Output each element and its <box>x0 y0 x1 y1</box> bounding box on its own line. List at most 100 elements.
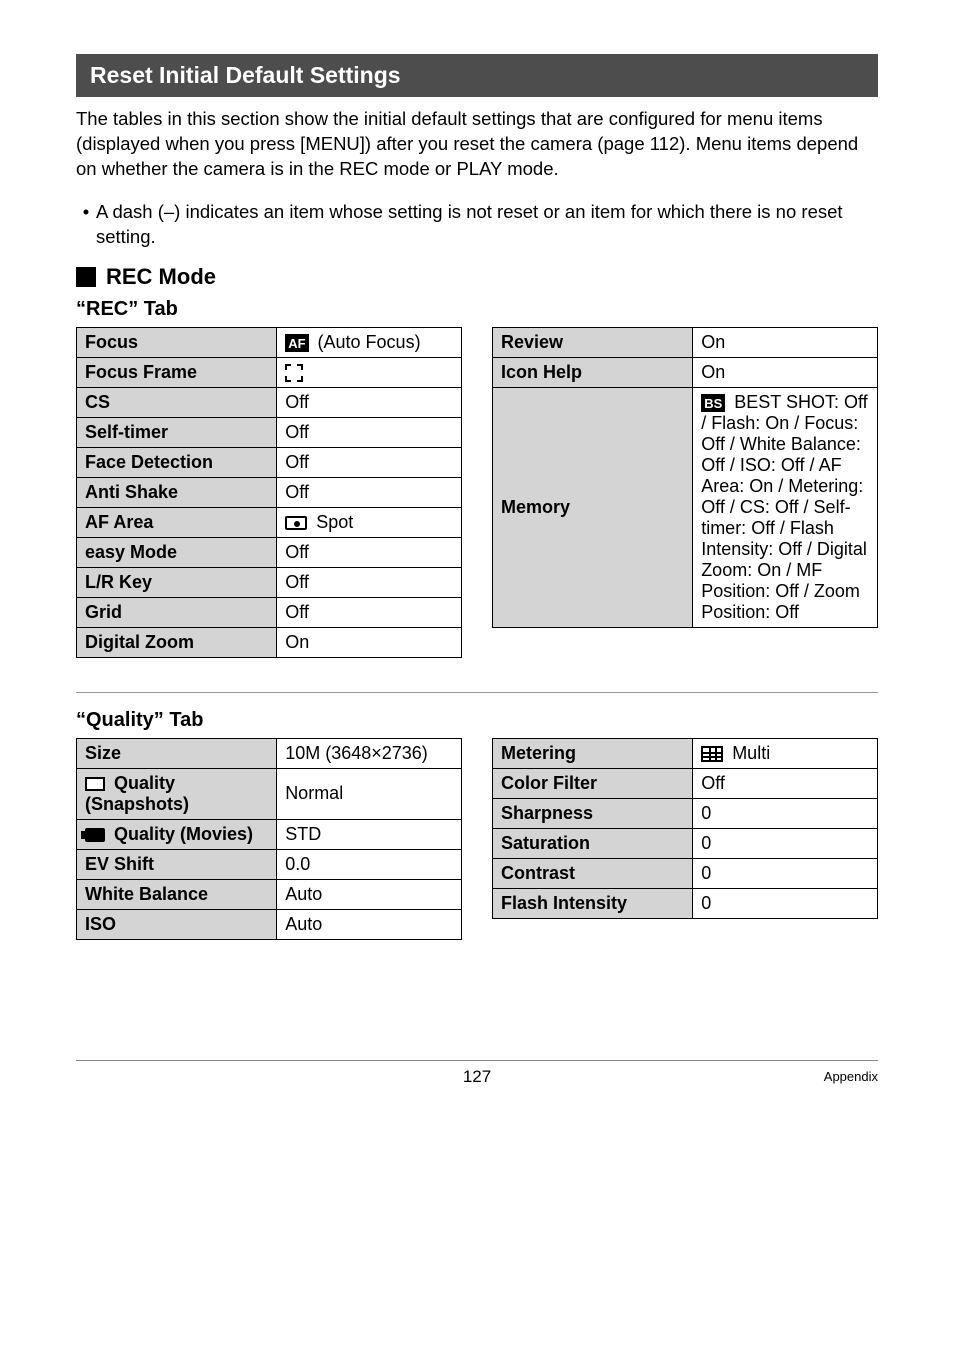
setting-value: 0 <box>693 858 878 888</box>
section-banner: Reset Initial Default Settings <box>76 54 878 97</box>
table-row: Metering Multi <box>493 738 878 768</box>
bullet-dot: • <box>76 200 96 250</box>
setting-name: Memory <box>493 387 693 627</box>
quality-table-left: Size10M (3648×2736) Quality (Snapshots)N… <box>76 738 462 940</box>
setting-value: On <box>693 327 878 357</box>
setting-value: Auto <box>277 879 462 909</box>
setting-name: Face Detection <box>77 447 277 477</box>
setting-name: L/R Key <box>77 567 277 597</box>
setting-value: 0 <box>693 888 878 918</box>
bullet-note: • A dash (–) indicates an item whose set… <box>76 200 878 250</box>
setting-value: Off <box>693 768 878 798</box>
focus-frame-icon <box>285 364 303 382</box>
movie-icon <box>85 828 105 842</box>
table-row: Sharpness0 <box>493 798 878 828</box>
setting-name: Color Filter <box>493 768 693 798</box>
page-number: 127 <box>76 1067 878 1087</box>
setting-name: Icon Help <box>493 357 693 387</box>
setting-value: Off <box>277 387 462 417</box>
table-row: EV Shift0.0 <box>77 849 462 879</box>
table-row: GridOff <box>77 597 462 627</box>
setting-value: AF (Auto Focus) <box>277 327 462 357</box>
setting-value: 0 <box>693 798 878 828</box>
quality-table-right: Metering MultiColor FilterOffSharpness0S… <box>492 738 878 919</box>
rec-mode-heading: REC Mode <box>76 264 878 290</box>
setting-name: White Balance <box>77 879 277 909</box>
setting-value: STD <box>277 819 462 849</box>
setting-value: Off <box>277 417 462 447</box>
rec-tab-title: “REC” Tab <box>76 298 878 321</box>
setting-name: Contrast <box>493 858 693 888</box>
table-row: AF Area Spot <box>77 507 462 537</box>
setting-value: Normal <box>277 768 462 819</box>
setting-value <box>277 357 462 387</box>
setting-name: Digital Zoom <box>77 627 277 657</box>
setting-name: Size <box>77 738 277 768</box>
setting-value: Auto <box>277 909 462 939</box>
setting-value: 0.0 <box>277 849 462 879</box>
setting-value: Spot <box>277 507 462 537</box>
table-row: Quality (Movies)STD <box>77 819 462 849</box>
setting-value: Off <box>277 447 462 477</box>
setting-name: Self-timer <box>77 417 277 447</box>
setting-value: 0 <box>693 828 878 858</box>
table-row: CSOff <box>77 387 462 417</box>
setting-name: ISO <box>77 909 277 939</box>
spot-icon <box>285 516 307 530</box>
setting-name: Anti Shake <box>77 477 277 507</box>
page-footer: 127 Appendix <box>76 1060 878 1100</box>
table-row: Face DetectionOff <box>77 447 462 477</box>
table-row: ISOAuto <box>77 909 462 939</box>
setting-name: Sharpness <box>493 798 693 828</box>
setting-value: BS BEST SHOT: Off / Flash: On / Focus: O… <box>693 387 878 627</box>
square-bullet-icon <box>76 267 96 287</box>
table-row: Saturation0 <box>493 828 878 858</box>
table-row: Focus Frame <box>77 357 462 387</box>
setting-name: EV Shift <box>77 849 277 879</box>
setting-value: Multi <box>693 738 878 768</box>
table-row: Icon HelpOn <box>493 357 878 387</box>
snapshot-icon <box>85 777 105 791</box>
setting-name: CS <box>77 387 277 417</box>
table-row: ReviewOn <box>493 327 878 357</box>
setting-value: On <box>277 627 462 657</box>
table-row: L/R KeyOff <box>77 567 462 597</box>
setting-name: Metering <box>493 738 693 768</box>
footer-section: Appendix <box>824 1069 878 1084</box>
multi-metering-icon <box>701 746 723 762</box>
rec-table-left: FocusAF (Auto Focus)Focus FrameCSOffSelf… <box>76 327 462 658</box>
setting-name: AF Area <box>77 507 277 537</box>
table-row: FocusAF (Auto Focus) <box>77 327 462 357</box>
setting-name: Quality (Snapshots) <box>77 768 277 819</box>
rec-table-right: ReviewOnIcon HelpOnMemoryBS BEST SHOT: O… <box>492 327 878 628</box>
setting-value: Off <box>277 477 462 507</box>
table-row: easy ModeOff <box>77 537 462 567</box>
section-divider <box>76 692 878 693</box>
setting-name: Focus Frame <box>77 357 277 387</box>
table-row: Self-timerOff <box>77 417 462 447</box>
table-row: Digital ZoomOn <box>77 627 462 657</box>
setting-value: 10M (3648×2736) <box>277 738 462 768</box>
setting-name: easy Mode <box>77 537 277 567</box>
setting-name: Focus <box>77 327 277 357</box>
setting-value: On <box>693 357 878 387</box>
setting-name: Saturation <box>493 828 693 858</box>
af-icon: AF <box>285 334 308 352</box>
table-row: Color FilterOff <box>493 768 878 798</box>
rec-mode-heading-text: REC Mode <box>106 264 216 290</box>
setting-name: Flash Intensity <box>493 888 693 918</box>
table-row: Flash Intensity0 <box>493 888 878 918</box>
table-row: White BalanceAuto <box>77 879 462 909</box>
setting-name: Grid <box>77 597 277 627</box>
setting-name: Quality (Movies) <box>77 819 277 849</box>
table-row: Anti ShakeOff <box>77 477 462 507</box>
quality-tab-title: “Quality” Tab <box>76 709 878 732</box>
table-row: MemoryBS BEST SHOT: Off / Flash: On / Fo… <box>493 387 878 627</box>
bullet-text: A dash (–) indicates an item whose setti… <box>96 200 878 250</box>
table-row: Contrast0 <box>493 858 878 888</box>
table-row: Quality (Snapshots)Normal <box>77 768 462 819</box>
setting-value: Off <box>277 597 462 627</box>
setting-value: Off <box>277 537 462 567</box>
table-row: Size10M (3648×2736) <box>77 738 462 768</box>
bs-icon: BS <box>701 394 725 412</box>
